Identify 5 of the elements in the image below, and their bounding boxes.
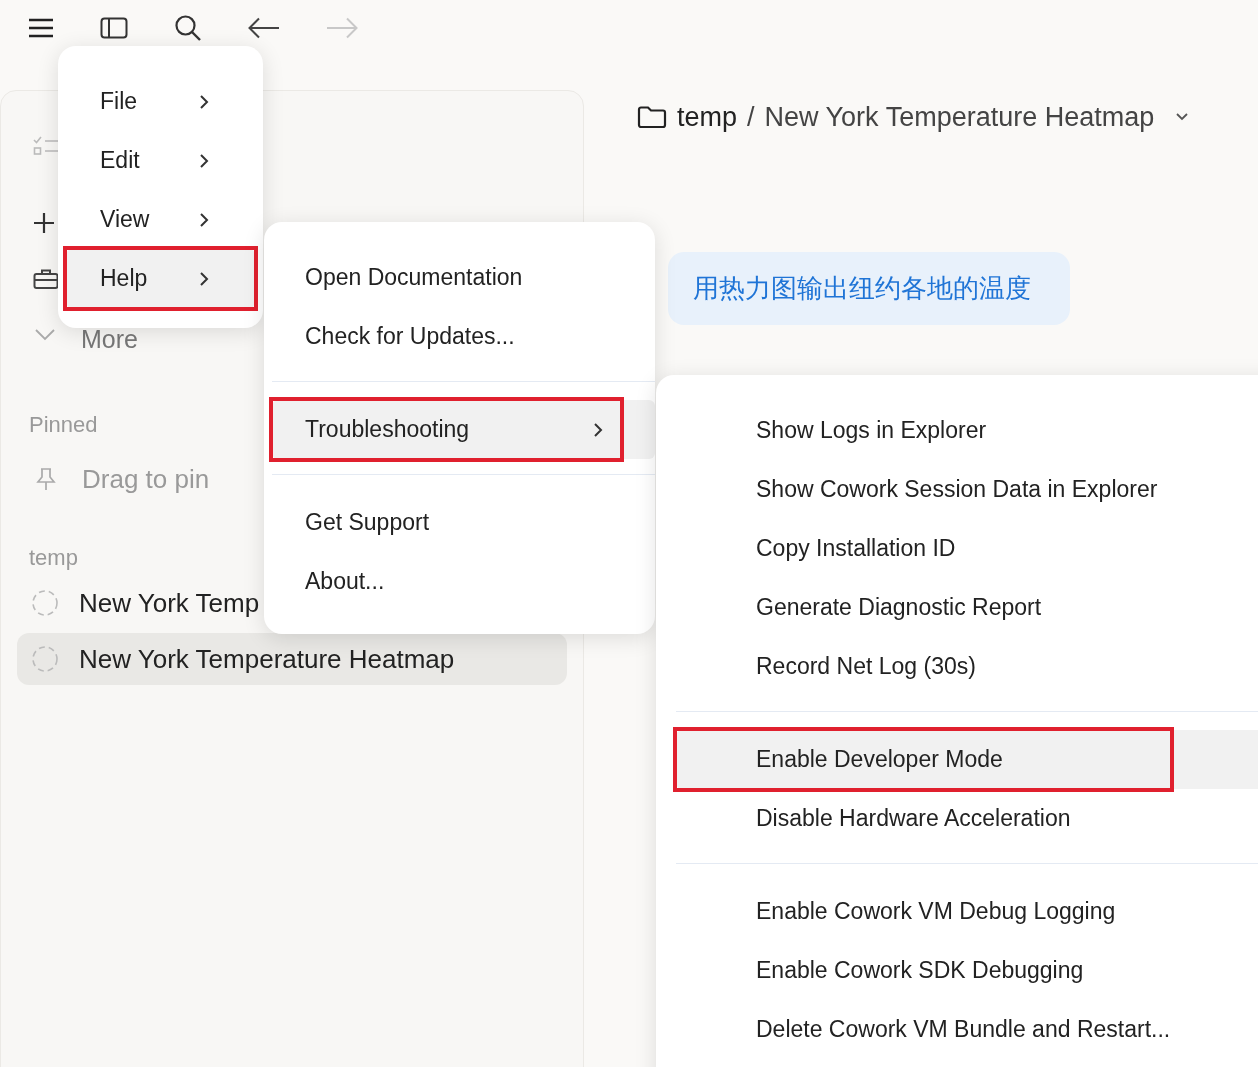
user-message: 用热力图输出纽约各地的温度 — [668, 252, 1070, 325]
pin-hint: Drag to pin — [82, 463, 210, 495]
section-heading: temp — [29, 544, 78, 572]
breadcrumb-separator: / — [747, 101, 755, 133]
section-heading: Pinned — [29, 411, 98, 439]
